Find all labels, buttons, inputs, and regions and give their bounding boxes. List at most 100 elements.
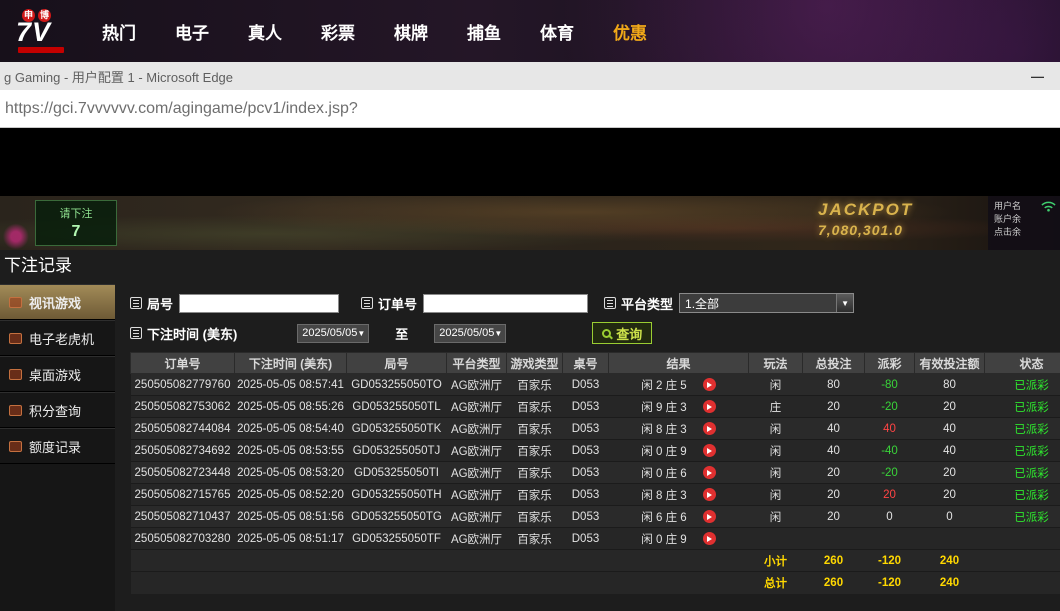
cell-valid-bet: 20: [915, 462, 985, 484]
sidebar: 视讯游戏电子老虎机桌面游戏积分查询额度记录: [0, 284, 115, 611]
result-text: 闲 0 庄 6: [641, 465, 686, 481]
play-result-button[interactable]: [703, 422, 716, 435]
play-result-button[interactable]: [703, 532, 716, 545]
platform-selected-value: 1.全部: [685, 295, 719, 312]
table-row: 250505082703280 2025-05-05 08:51:17 GD05…: [131, 528, 1060, 550]
play-result-button[interactable]: [703, 444, 716, 457]
search-icon: [602, 329, 611, 338]
cell-bet-side: 闲: [749, 462, 803, 484]
nav-item-lottery[interactable]: 彩票: [321, 19, 355, 44]
sidebar-item[interactable]: 桌面游戏: [0, 356, 115, 392]
search-button[interactable]: 查询: [592, 322, 652, 344]
cell-table-no: D053: [563, 418, 609, 440]
table-body: 250505082779760 2025-05-05 08:57:41 GD05…: [131, 374, 1060, 550]
cell-order-number: 250505082703280: [131, 528, 235, 550]
logo-subtext-bar: [18, 47, 64, 53]
table-row: 250505082734692 2025-05-05 08:53:55 GD05…: [131, 440, 1060, 462]
subtotal-row: 小计 260 -120 240: [131, 550, 1060, 572]
cell-status: 已派彩: [985, 374, 1060, 396]
cell-total-bet: 20: [803, 506, 865, 528]
platform-filter: 平台类型 1.全部 ▼: [604, 293, 854, 313]
cell-platform: AG欧洲厅: [447, 440, 507, 462]
nav-item-live[interactable]: 真人: [248, 19, 282, 44]
nav-item-board[interactable]: 棋牌: [394, 19, 428, 44]
date-from-value: 2025/05/05: [302, 327, 357, 339]
play-icon: [707, 470, 712, 476]
sidebar-item[interactable]: 额度记录: [0, 428, 115, 464]
cell-result: 闲 6 庄 6: [609, 506, 749, 528]
nav-item-slots[interactable]: 电子: [175, 19, 209, 44]
sidebar-item[interactable]: 电子老虎机: [0, 320, 115, 356]
column-header: 游戏类型: [507, 353, 563, 374]
cell-game-type: 百家乐: [507, 484, 563, 506]
column-header: 状态: [985, 353, 1060, 374]
site-logo[interactable]: 申 博 7V: [0, 9, 88, 53]
cell-payout: [865, 528, 915, 550]
nav-item-promo[interactable]: 优惠: [613, 19, 647, 44]
cell-result: 闲 9 庄 3: [609, 396, 749, 418]
jackpot-label: JACKPOT: [818, 200, 913, 220]
cell-valid-bet: 80: [915, 374, 985, 396]
sidebar-item[interactable]: 积分查询: [0, 392, 115, 428]
cell-bet-time: 2025-05-05 08:51:56: [235, 506, 347, 528]
cell-order-number: 250505082715765: [131, 484, 235, 506]
page-black-band: [0, 128, 1060, 196]
play-result-button[interactable]: [703, 466, 716, 479]
table-row: 250505082779760 2025-05-05 08:57:41 GD05…: [131, 374, 1060, 396]
sidebar-item[interactable]: 视讯游戏: [0, 284, 115, 320]
date-from-caret-icon: ▼: [357, 329, 365, 338]
subtotal-total-bet: 260: [803, 550, 865, 572]
cell-order-number: 250505082723448: [131, 462, 235, 484]
jackpot-value: 7,080,301.0: [818, 222, 913, 238]
cell-status: [985, 528, 1060, 550]
play-icon: [707, 404, 712, 410]
page-title: 下注记录: [0, 250, 1060, 284]
bet-countdown: 7: [36, 223, 116, 241]
nav-item-hot[interactable]: 热门: [102, 19, 136, 44]
result-text: 闲 9 庄 3: [641, 399, 686, 415]
cell-total-bet: [803, 528, 865, 550]
nav-item-sports[interactable]: 体育: [540, 19, 574, 44]
play-icon: [707, 382, 712, 388]
order-label: 订单号: [361, 294, 417, 313]
total-payout: -120: [865, 572, 915, 594]
cell-payout: -20: [865, 462, 915, 484]
video-camera-icon: [9, 297, 22, 308]
total-label: 总计: [749, 572, 803, 594]
subtotal-label: 小计: [749, 550, 803, 572]
cell-round-id: GD053255050TL: [347, 396, 447, 418]
bet-prompt-label: 请下注: [36, 205, 116, 221]
order-input[interactable]: [423, 294, 588, 313]
cell-bet-time: 2025-05-05 08:53:20: [235, 462, 347, 484]
cell-bet-side: 闲: [749, 374, 803, 396]
url-text: https://gci.7vvvvvv.com/agingame/pcv1/in…: [5, 100, 358, 118]
cell-game-type: 百家乐: [507, 418, 563, 440]
date-label: 下注时间 (美东): [130, 324, 237, 343]
records-table: 订单号下注时间 (美东)局号平台类型游戏类型桌号结果玩法总投注派彩有效投注额状态…: [130, 352, 1060, 594]
browser-address-bar[interactable]: https://gci.7vvvvvv.com/agingame/pcv1/in…: [0, 90, 1060, 128]
play-result-button[interactable]: [703, 378, 716, 391]
play-icon: [707, 514, 712, 520]
round-input[interactable]: [179, 294, 339, 313]
records-section: 下注记录 视讯游戏电子老虎机桌面游戏积分查询额度记录 局号: [0, 250, 1060, 611]
platform-select[interactable]: 1.全部 ▼: [679, 293, 854, 313]
column-header: 局号: [347, 353, 447, 374]
cell-bet-time: 2025-05-05 08:55:26: [235, 396, 347, 418]
total-status-spacer: [985, 572, 1060, 594]
date-to-select[interactable]: 2025/05/05 ▼: [434, 324, 506, 343]
minimize-button[interactable]: —: [1031, 69, 1044, 84]
sidebar-item-label: 额度记录: [29, 437, 81, 456]
cell-result: 闲 2 庄 5: [609, 374, 749, 396]
play-result-button[interactable]: [703, 400, 716, 413]
screen: 申 博 7V 热门电子真人彩票棋牌捕鱼体育优惠 g Gaming - 用户配置 …: [0, 0, 1060, 611]
play-result-button[interactable]: [703, 488, 716, 501]
column-header: 下注时间 (美东): [235, 353, 347, 374]
result-text: 闲 8 庄 3: [641, 487, 686, 503]
subtotal-spacer: [131, 550, 749, 572]
cell-valid-bet: [915, 528, 985, 550]
filter-row-2: 下注时间 (美东) 2025/05/05 ▼ 至 2025/05/05 ▼ 查询: [130, 322, 1060, 344]
nav-item-fishing[interactable]: 捕鱼: [467, 19, 501, 44]
date-from-select[interactable]: 2025/05/05 ▼: [297, 324, 369, 343]
play-result-button[interactable]: [703, 510, 716, 523]
subtotal-payout: -120: [865, 550, 915, 572]
